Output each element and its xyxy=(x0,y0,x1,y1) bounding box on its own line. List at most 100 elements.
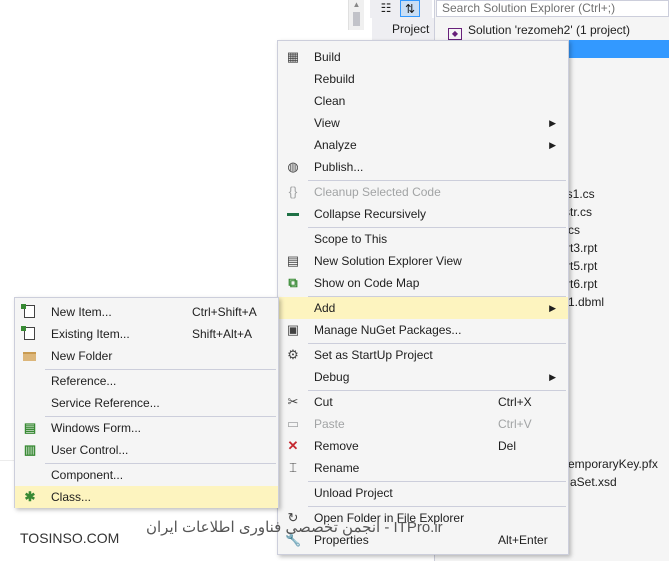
menu-shortcut: Shift+Alt+A xyxy=(192,327,253,341)
menu-item-analyze[interactable]: Analyze ▶ xyxy=(278,134,568,156)
menu-item-collapse-recursively[interactable]: Collapse Recursively xyxy=(278,203,568,225)
scrollbar-thumb[interactable] xyxy=(353,12,360,26)
menu-item-new-solution-explorer-view[interactable]: ▤ New Solution Explorer View xyxy=(278,250,568,272)
sort-icon[interactable]: ⇅ xyxy=(400,0,420,17)
menu-label: Show on Code Map xyxy=(314,276,420,290)
menu-label: View xyxy=(314,116,340,130)
menu-item-remove[interactable]: ✕ Remove Del xyxy=(278,435,568,457)
menu-label: Existing Item... xyxy=(51,327,130,341)
menu-item-cut[interactable]: ✂ Cut Ctrl+X xyxy=(278,391,568,413)
menu-label: Paste xyxy=(314,417,345,431)
menu-label: New Item... xyxy=(51,305,112,319)
submenu-arrow-icon: ▶ xyxy=(549,372,556,382)
menu-label: Class... xyxy=(51,490,92,504)
menu-label: Collapse Recursively xyxy=(314,207,427,221)
solution-node[interactable]: ◆ Solution 'rezomeh2' (1 project) xyxy=(448,21,630,40)
menu-shortcut: Ctrl+X xyxy=(498,395,532,409)
braces-icon: {} xyxy=(288,184,298,199)
menu-item-debug[interactable]: Debug ▶ xyxy=(278,366,568,388)
menu-item-cleanup-selected-code[interactable]: {} Cleanup Selected Code xyxy=(278,181,568,203)
watermark-tosinso: TOSINSO.COM xyxy=(20,530,120,546)
solution-icon: ◆ xyxy=(448,28,462,40)
submenu-item-class[interactable]: ✱ Class... xyxy=(15,486,278,508)
menu-shortcut: Del xyxy=(498,439,517,453)
gear-icon: ⚙ xyxy=(287,347,299,362)
clipboard-icon: ▭ xyxy=(286,416,300,431)
menu-label: Set as StartUp Project xyxy=(314,348,433,362)
class-icon: ✱ xyxy=(24,489,36,504)
existing-item-icon xyxy=(21,326,38,342)
new-item-icon xyxy=(21,304,38,320)
menu-label: Windows Form... xyxy=(51,421,142,435)
menu-label: Cut xyxy=(314,395,333,409)
menu-item-unload-project[interactable]: Unload Project xyxy=(278,482,568,504)
menu-item-manage-nuget[interactable]: ▣ Manage NuGet Packages... xyxy=(278,319,568,341)
menu-item-clean[interactable]: Clean xyxy=(278,90,568,112)
submenu-item-new-folder[interactable]: New Folder xyxy=(15,345,278,367)
menu-label: Manage NuGet Packages... xyxy=(314,323,462,337)
submenu-arrow-icon: ▶ xyxy=(549,140,556,150)
menu-label: Remove xyxy=(314,439,359,453)
scroll-up-icon[interactable]: ▲ xyxy=(349,0,364,10)
menu-label: Scope to This xyxy=(314,232,388,246)
menu-item-set-startup[interactable]: ⚙ Set as StartUp Project xyxy=(278,344,568,366)
menu-item-add[interactable]: Add ▶ xyxy=(278,297,568,319)
nuget-icon: ▣ xyxy=(286,322,300,337)
menu-item-build[interactable]: ▦ Build xyxy=(278,46,568,68)
submenu-item-user-control[interactable]: ▥ User Control... xyxy=(15,439,278,461)
menu-item-paste[interactable]: ▭ Paste Ctrl+V xyxy=(278,413,568,435)
file-item[interactable]: rt6.rpt xyxy=(566,275,597,293)
menu-label: Build xyxy=(314,50,341,64)
menu-label: User Control... xyxy=(51,443,129,457)
file-item[interactable]: rt3.rpt xyxy=(566,239,597,257)
menu-label: Debug xyxy=(314,370,350,384)
submenu-item-windows-form[interactable]: ▤ Windows Form... xyxy=(15,417,278,439)
add-submenu: New Item... Ctrl+Shift+A Existing Item..… xyxy=(14,297,279,508)
submenu-arrow-icon: ▶ xyxy=(549,303,556,313)
code-map-icon: ⧉ xyxy=(288,275,298,290)
submenu-item-reference[interactable]: Reference... xyxy=(15,370,278,392)
menu-label: Analyze xyxy=(314,138,357,152)
menu-label: Reference... xyxy=(51,374,117,388)
menu-label: Service Reference... xyxy=(51,396,160,410)
windows-form-icon: ▤ xyxy=(23,420,37,435)
file-item[interactable]: rt5.rpt xyxy=(566,257,597,275)
build-icon: ▦ xyxy=(286,49,300,64)
menu-label: Rename xyxy=(314,461,360,475)
rename-icon: ⌶ xyxy=(289,460,297,475)
watermark-itpro: انجمن تخصصی فناوری اطلاعات ایران - ITPro… xyxy=(146,519,443,536)
menu-label: Rebuild xyxy=(314,72,355,86)
folder-icon xyxy=(22,348,38,364)
file-item[interactable]: aSet.xsd xyxy=(570,473,617,491)
menu-label: Publish... xyxy=(314,160,364,174)
menu-item-rebuild[interactable]: Rebuild xyxy=(278,68,568,90)
menu-shortcut: Alt+Enter xyxy=(498,533,548,547)
menu-shortcut: Ctrl+V xyxy=(498,417,532,431)
menu-shortcut: Ctrl+Shift+A xyxy=(192,305,257,319)
user-control-icon: ▥ xyxy=(23,442,37,457)
solution-label: Solution 'rezomeh2' (1 project) xyxy=(468,23,630,37)
menu-label: Component... xyxy=(51,468,124,482)
project-context-menu: ▦ Build Rebuild Clean View ▶ Analyze ▶ ◍… xyxy=(277,40,569,555)
file-item[interactable]: 1.dbml xyxy=(568,293,604,311)
file-item[interactable]: cs xyxy=(568,221,580,239)
publish-globe-icon: ◍ xyxy=(287,159,299,174)
menu-item-rename[interactable]: ⌶ Rename xyxy=(278,457,568,479)
submenu-item-service-reference[interactable]: Service Reference... xyxy=(15,392,278,414)
vertical-scrollbar[interactable]: ▲ xyxy=(348,0,364,30)
file-item[interactable]: emporaryKey.pfx xyxy=(568,455,658,473)
collapse-icon xyxy=(285,206,301,222)
menu-label: Cleanup Selected Code xyxy=(314,185,441,199)
submenu-item-new-item[interactable]: New Item... Ctrl+Shift+A xyxy=(15,301,278,323)
tab-project[interactable]: Project xyxy=(372,18,434,40)
solution-explorer-search-input[interactable]: Search Solution Explorer (Ctrl+;) xyxy=(436,0,669,17)
show-all-files-icon[interactable]: ☷ xyxy=(376,0,396,17)
menu-item-publish[interactable]: ◍ Publish... xyxy=(278,156,568,178)
submenu-item-component[interactable]: Component... xyxy=(15,464,278,486)
new-view-icon: ▤ xyxy=(286,253,300,268)
menu-item-view[interactable]: View ▶ xyxy=(278,112,568,134)
submenu-item-existing-item[interactable]: Existing Item... Shift+Alt+A xyxy=(15,323,278,345)
menu-item-show-on-code-map[interactable]: ⧉ Show on Code Map xyxy=(278,272,568,294)
menu-item-scope-to-this[interactable]: Scope to This xyxy=(278,228,568,250)
remove-x-icon: ✕ xyxy=(287,438,299,453)
